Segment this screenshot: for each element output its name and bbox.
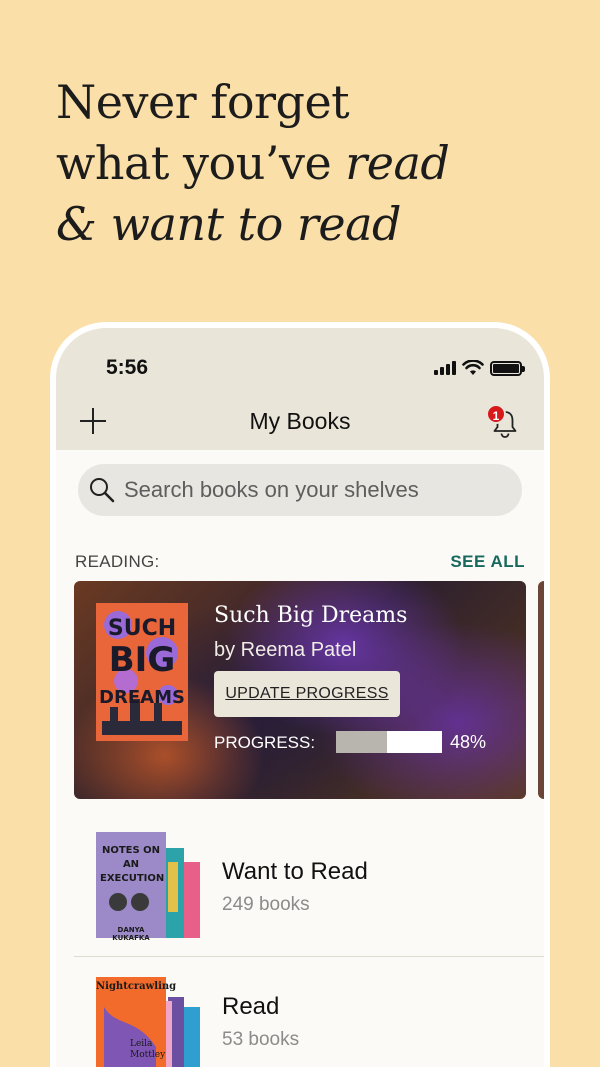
read-cover-title: Nightcrawling <box>96 981 177 992</box>
read-cover-author: Leila Mottley <box>130 1039 166 1060</box>
see-all-link[interactable]: SEE ALL <box>450 552 525 572</box>
reading-section-header: READING: SEE ALL <box>75 552 525 576</box>
signal-icon <box>434 361 456 375</box>
shelf-name[interactable]: Want to Read <box>222 858 368 886</box>
book-cover[interactable]: SUCH BIG DREAMS <box>96 603 188 741</box>
progress-bar <box>336 731 442 753</box>
notifications-button[interactable]: 1 <box>486 404 520 440</box>
page-title: My Books <box>249 408 351 434</box>
headline-line-3-italic: & want to read <box>56 197 402 251</box>
phone-frame: 5:56 My Books 1 Search books on your she… <box>50 322 550 1067</box>
headline-line-1: Never forget <box>56 75 350 129</box>
battery-icon <box>490 360 525 376</box>
headline: Never forget what you’ve read & want to … <box>56 72 450 255</box>
progress-percent: 48% <box>450 732 487 752</box>
nav-bar: My Books 1 <box>56 400 544 450</box>
svg-text:BIG: BIG <box>109 640 175 680</box>
headline-line-2-plain: what you’ve <box>56 136 346 190</box>
notification-badge: 1 <box>486 404 506 424</box>
update-progress-button[interactable]: UPDATE PROGRESS <box>214 671 400 717</box>
shelf-count: 53 books <box>222 1029 300 1050</box>
progress-fill <box>336 731 387 753</box>
shelf-name[interactable]: Read <box>222 993 279 1021</box>
headline-line-2: what you’ve read <box>56 133 450 194</box>
reading-label: READING: <box>75 552 160 571</box>
book-author[interactable]: by Reema Patel <box>214 639 356 662</box>
book-cover-art: SUCH BIG DREAMS <box>96 603 188 741</box>
search-input[interactable] <box>124 464 504 516</box>
svg-text:SUCH: SUCH <box>108 616 176 641</box>
search-bar[interactable] <box>78 464 522 516</box>
search-icon <box>90 478 115 503</box>
status-bar: 5:56 <box>56 356 544 386</box>
progress-label: PROGRESS: <box>214 733 316 752</box>
current-book-card[interactable]: SUCH BIG DREAMS Such Big Dreams by Reema… <box>74 581 526 799</box>
want-to-read-cover-author: DANYA KUKAFKA <box>112 926 150 942</box>
shelf-read[interactable]: Nightcrawling Leila Mottley Read 53 book… <box>74 956 544 1067</box>
shelf-cover-stack: Nightcrawling Leila Mottley <box>96 967 206 1067</box>
status-time: 5:56 <box>106 356 149 379</box>
headline-line-3: & want to read <box>56 194 449 255</box>
next-book-card-peek[interactable] <box>538 581 544 799</box>
shelf-count: 249 books <box>222 894 310 915</box>
progress-row: PROGRESS: 48% <box>214 729 514 757</box>
svg-text:DREAMS: DREAMS <box>99 687 185 708</box>
app-header: 5:56 My Books 1 <box>56 328 544 450</box>
shelf-cover-stack: NOTES ON AN EXECUTION DANYA KUKAFKA <box>96 832 206 942</box>
status-icons <box>434 360 525 376</box>
want-to-read-cover-title: NOTES ON AN EXECUTION <box>100 845 165 884</box>
wifi-icon <box>462 360 484 375</box>
headline-line-2-italic: read <box>345 136 450 190</box>
shelf-want-to-read[interactable]: NOTES ON AN EXECUTION DANYA KUKAFKA Want… <box>74 822 544 954</box>
book-title[interactable]: Such Big Dreams <box>214 603 407 628</box>
